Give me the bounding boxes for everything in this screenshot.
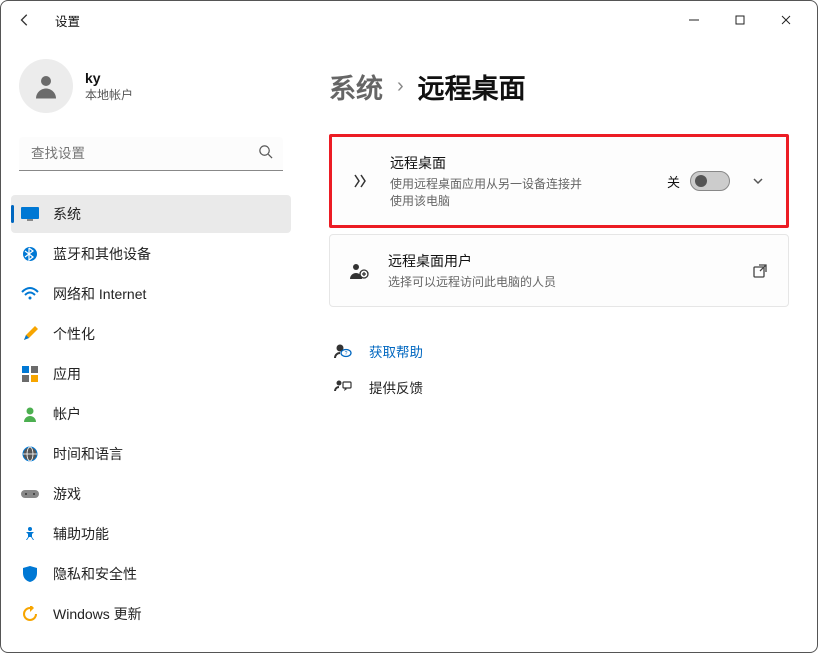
give-feedback-link[interactable]: 提供反馈	[329, 369, 789, 405]
bluetooth-icon	[21, 245, 39, 263]
toggle-state-label: 关	[667, 172, 680, 191]
remote-users-card: 远程桌面用户 选择可以远程访问此电脑的人员	[329, 234, 789, 307]
sidebar-item-system[interactable]: 系统	[11, 195, 291, 233]
sidebar-item-label: 蓝牙和其他设备	[53, 244, 151, 264]
sidebar: ky 本地帐户 系统	[1, 39, 301, 652]
sidebar-item-bluetooth[interactable]: 蓝牙和其他设备	[11, 235, 291, 273]
system-icon	[21, 205, 39, 223]
chevron-right-icon: ›	[397, 75, 404, 98]
sidebar-item-label: 帐户	[53, 404, 81, 424]
sidebar-item-accounts[interactable]: 帐户	[11, 395, 291, 433]
sidebar-item-gaming[interactable]: 游戏	[11, 475, 291, 513]
sidebar-item-accessibility[interactable]: 辅助功能	[11, 515, 291, 553]
sidebar-item-privacy[interactable]: 隐私和安全性	[11, 555, 291, 593]
sidebar-item-label: 应用	[53, 364, 81, 384]
search-input[interactable]	[19, 137, 283, 171]
sidebar-item-label: 隐私和安全性	[53, 564, 137, 584]
window-controls	[671, 4, 809, 36]
card-subtitle: 使用远程桌面应用从另一设备连接并使用该电脑	[390, 175, 590, 209]
open-external-icon[interactable]	[750, 264, 770, 278]
users-icon	[348, 261, 370, 281]
apps-icon	[21, 365, 39, 383]
accessibility-icon	[21, 525, 39, 543]
sidebar-item-label: Windows 更新	[53, 604, 142, 624]
profile-name: ky	[85, 70, 133, 86]
update-icon	[21, 605, 39, 623]
card-subtitle: 选择可以远程访问此电脑的人员	[388, 273, 732, 290]
breadcrumb-current: 远程桌面	[418, 67, 526, 106]
search-icon	[258, 144, 273, 164]
remote-desktop-card: 远程桌面 使用远程桌面应用从另一设备连接并使用该电脑 关	[329, 134, 789, 228]
sidebar-item-label: 系统	[53, 204, 81, 224]
sidebar-item-label: 个性化	[53, 324, 95, 344]
avatar	[19, 59, 73, 113]
search-box[interactable]	[19, 137, 283, 171]
wifi-icon	[21, 285, 39, 303]
breadcrumb: 系统 › 远程桌面	[329, 67, 789, 106]
sidebar-item-personalization[interactable]: 个性化	[11, 315, 291, 353]
link-label: 获取帮助	[369, 341, 423, 361]
maximize-button[interactable]	[717, 4, 763, 36]
minimize-button[interactable]	[671, 4, 717, 36]
profile-block[interactable]: ky 本地帐户	[1, 59, 301, 137]
sidebar-item-apps[interactable]: 应用	[11, 355, 291, 393]
sidebar-item-network[interactable]: 网络和 Internet	[11, 275, 291, 313]
remote-desktop-toggle[interactable]	[690, 171, 730, 191]
sidebar-item-update[interactable]: Windows 更新	[11, 595, 291, 633]
svg-text:?: ?	[345, 351, 348, 357]
remote-desktop-row[interactable]: 远程桌面 使用远程桌面应用从另一设备连接并使用该电脑 关	[332, 137, 786, 225]
feedback-icon	[333, 379, 353, 395]
nav-list: 系统 蓝牙和其他设备 网络和 Internet	[1, 187, 301, 652]
get-help-link[interactable]: ? 获取帮助	[329, 333, 789, 369]
sidebar-item-label: 时间和语言	[53, 444, 123, 464]
close-button[interactable]	[763, 4, 809, 36]
footer-links: ? 获取帮助 提供反馈	[329, 333, 789, 405]
sidebar-item-label: 辅助功能	[53, 524, 109, 544]
link-label: 提供反馈	[369, 377, 423, 397]
breadcrumb-parent[interactable]: 系统	[329, 67, 383, 106]
sidebar-item-time[interactable]: 时间和语言	[11, 435, 291, 473]
main-content: 系统 › 远程桌面 远程桌面 使用远程桌面应用从另一设备连接并使用该电脑 关	[301, 39, 817, 652]
card-title: 远程桌面	[390, 153, 649, 173]
remote-users-row[interactable]: 远程桌面用户 选择可以远程访问此电脑的人员	[330, 235, 788, 306]
globe-icon	[21, 445, 39, 463]
shield-icon	[21, 565, 39, 583]
titlebar: 设置	[1, 1, 817, 39]
help-icon: ?	[333, 342, 353, 360]
app-title: 设置	[55, 11, 80, 30]
sidebar-item-label: 游戏	[53, 484, 81, 504]
card-title: 远程桌面用户	[388, 251, 732, 271]
remote-desktop-icon	[350, 171, 372, 191]
brush-icon	[21, 325, 39, 343]
back-button[interactable]	[9, 4, 41, 36]
accounts-icon	[21, 405, 39, 423]
profile-subtitle: 本地帐户	[85, 86, 133, 103]
chevron-down-icon[interactable]	[748, 174, 768, 188]
gamepad-icon	[21, 485, 39, 503]
settings-window: 设置 ky 本地帐户	[0, 0, 818, 653]
sidebar-item-label: 网络和 Internet	[53, 284, 146, 304]
